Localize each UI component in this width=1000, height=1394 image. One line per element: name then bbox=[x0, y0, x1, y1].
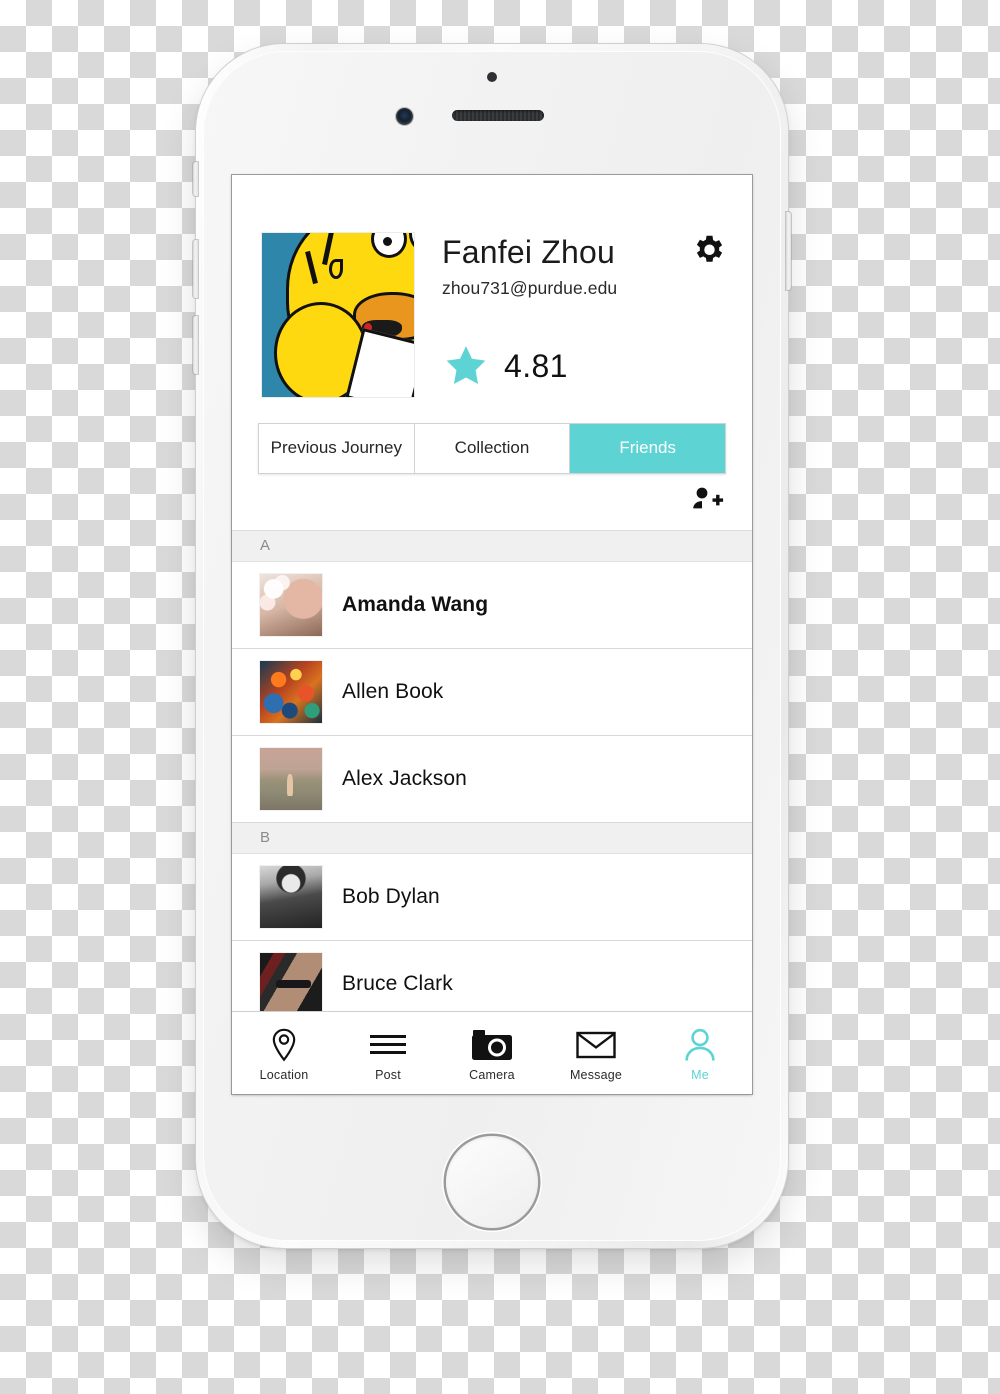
bottom-navigation-bar: Location Post Camera Message Me bbox=[232, 1011, 752, 1094]
phone-device-frame: Fanfei Zhou zhou731@purdue.edu 4.81 Prev… bbox=[193, 44, 791, 1248]
profile-name: Fanfei Zhou bbox=[442, 234, 615, 270]
nav-item-message[interactable]: Message bbox=[544, 1025, 648, 1082]
nav-label-me: Me bbox=[691, 1067, 709, 1082]
tab-previous-journey[interactable]: Previous Journey bbox=[259, 424, 415, 473]
gear-icon[interactable] bbox=[690, 231, 726, 267]
section-header-b: B bbox=[232, 823, 752, 855]
tab-friends[interactable]: Friends bbox=[570, 424, 726, 473]
friend-name: Allen Book bbox=[342, 680, 444, 704]
volume-down-button[interactable] bbox=[193, 316, 198, 374]
photo-portrait-blossom bbox=[260, 574, 322, 637]
photo-abstract-colorful bbox=[260, 661, 322, 724]
hamburger-lines-icon bbox=[369, 1025, 407, 1065]
list-action-bar bbox=[232, 474, 752, 530]
star-icon bbox=[442, 343, 490, 389]
profile-text-block: Fanfei Zhou zhou731@purdue.edu 4.81 bbox=[414, 233, 722, 389]
location-pin-icon bbox=[269, 1025, 299, 1065]
rating-value: 4.81 bbox=[504, 347, 568, 384]
profile-email: zhou731@purdue.edu bbox=[442, 278, 618, 299]
envelope-icon bbox=[576, 1025, 616, 1065]
table-row[interactable]: Bruce Clark bbox=[232, 941, 752, 1011]
table-row[interactable]: Amanda Wang bbox=[232, 562, 752, 650]
nav-item-location[interactable]: Location bbox=[232, 1025, 336, 1082]
friend-name: Bob Dylan bbox=[342, 885, 440, 909]
nav-item-camera[interactable]: Camera bbox=[440, 1025, 544, 1082]
table-row[interactable]: Allen Book bbox=[232, 649, 752, 737]
silent-switch-button[interactable] bbox=[193, 162, 198, 196]
home-button[interactable] bbox=[446, 1136, 538, 1228]
photo-portrait-bw bbox=[260, 866, 322, 929]
section-header-a: A bbox=[232, 531, 752, 563]
segmented-tab-bar: Previous Journey Collection Friends bbox=[258, 423, 726, 474]
friend-name: Alex Jackson bbox=[342, 767, 467, 791]
nav-item-me[interactable]: Me bbox=[648, 1025, 752, 1082]
tab-collection[interactable]: Collection bbox=[415, 424, 571, 473]
photo-beach-figure bbox=[260, 748, 322, 811]
friends-list[interactable]: A Amanda Wang Allen Book Alex Jackson B … bbox=[232, 530, 752, 1011]
app-screen: Fanfei Zhou zhou731@purdue.edu 4.81 Prev… bbox=[232, 175, 752, 1094]
volume-up-button[interactable] bbox=[193, 240, 198, 298]
add-person-icon[interactable] bbox=[690, 486, 724, 519]
power-button[interactable] bbox=[786, 212, 791, 290]
table-row[interactable]: Bob Dylan bbox=[232, 854, 752, 942]
proximity-sensor-icon bbox=[487, 72, 497, 82]
nav-item-post[interactable]: Post bbox=[336, 1025, 440, 1082]
front-camera-icon bbox=[396, 108, 413, 125]
friend-name: Bruce Clark bbox=[342, 972, 453, 996]
nav-label-camera: Camera bbox=[469, 1067, 515, 1082]
table-row[interactable]: Alex Jackson bbox=[232, 736, 752, 824]
profile-header: Fanfei Zhou zhou731@purdue.edu 4.81 bbox=[232, 175, 752, 397]
photo-portrait-glasses bbox=[260, 953, 322, 1011]
rating-row: 4.81 bbox=[442, 343, 722, 389]
nav-label-message: Message bbox=[569, 1067, 623, 1082]
friend-name: Amanda Wang bbox=[342, 593, 489, 617]
nav-label-post: Post bbox=[375, 1067, 401, 1082]
nav-label-location: Location bbox=[259, 1067, 309, 1082]
homer-simpson-avatar[interactable] bbox=[262, 233, 414, 397]
earpiece-speaker-icon bbox=[452, 110, 544, 121]
camera-icon bbox=[471, 1025, 513, 1065]
person-icon bbox=[683, 1025, 717, 1065]
